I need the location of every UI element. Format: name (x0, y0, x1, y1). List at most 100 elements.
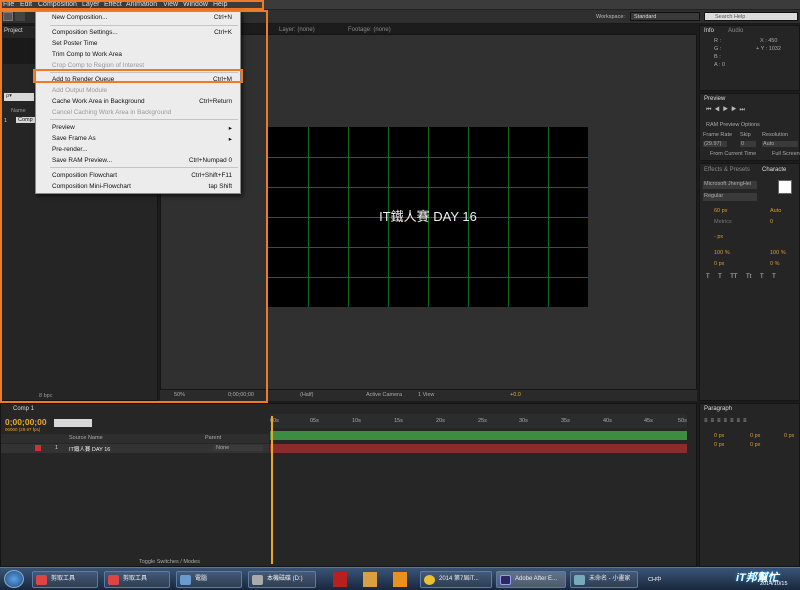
tracking-value[interactable]: 0 (770, 219, 773, 225)
ruler-tick: 35s (561, 418, 570, 424)
taskbar-paint[interactable]: 未命名 - 小畫家 (570, 571, 638, 588)
info-b: B : (714, 54, 721, 60)
workspace-label: Workspace: (596, 14, 625, 20)
subscript-button[interactable]: T (772, 274, 776, 280)
ruler-tick: 05s (310, 418, 319, 424)
menubar-highlight (0, 0, 264, 10)
workspace-select[interactable]: Standard (630, 12, 700, 21)
resolution-select[interactable]: (Half) (300, 392, 313, 398)
frame-rate-select[interactable]: (29.97) (703, 141, 727, 147)
space-after-value[interactable]: 0 px (750, 442, 760, 448)
media-player-icon[interactable] (393, 572, 407, 587)
computer-icon (180, 575, 191, 585)
font-select[interactable]: Microsoft JhengHei (703, 181, 757, 189)
timeline-search-input[interactable] (54, 419, 92, 427)
layer-name[interactable]: IT鐵人賽 DAY 16 (69, 445, 110, 453)
tab-comp1[interactable]: Comp 1 (13, 406, 34, 412)
grid-line (268, 247, 588, 248)
font-style-select[interactable]: Regular (703, 193, 757, 201)
tab-paragraph[interactable]: Paragraph (704, 406, 732, 412)
info-a: A : 0 (714, 62, 726, 68)
filezilla-icon[interactable] (333, 572, 347, 587)
timeline-header-row (1, 434, 269, 443)
input-method-indicator[interactable]: CH中 (648, 575, 661, 583)
horizontal-scale-value[interactable]: 100 % (770, 250, 786, 256)
exposure-value[interactable]: +0.0 (510, 392, 521, 398)
view-layout-select[interactable]: 1 View (418, 392, 434, 398)
text-style-buttons[interactable]: T T TT Tt T T (706, 274, 776, 280)
camera-select[interactable]: Active Camera (366, 392, 402, 398)
timeline-timecode[interactable]: 0;00;00;00 (5, 417, 47, 427)
time-ruler[interactable]: 00s 05s 10s 15s 20s 25s 30s 35s 40s 45s … (270, 414, 687, 428)
kerning-value[interactable]: Metrics (714, 219, 732, 225)
tab-info[interactable]: Info (704, 28, 714, 34)
after-effects-icon (500, 575, 511, 585)
space-before-value[interactable]: 0 px (714, 442, 724, 448)
grid-line (268, 277, 588, 278)
snipping-tool-icon (108, 575, 119, 585)
preview-panel: Preview ⏮◀▶▶⏭ RAM Preview Options Frame … (699, 93, 800, 161)
indent-right-value[interactable]: 0 px (784, 433, 794, 439)
resolution-select-preview[interactable]: Auto (762, 141, 798, 147)
indent-left-value[interactable]: 0 px (714, 433, 724, 439)
taskbar-snipping-1[interactable]: 剪取工具 (32, 571, 98, 588)
tab-preview[interactable]: Preview (704, 96, 725, 102)
taskbar: 剪取工具 剪取工具 電腦 本機磁碟 (D:) 2014 第7屆iT... Ado… (0, 567, 800, 590)
indent-first-value[interactable]: 0 px (750, 433, 760, 439)
faux-italic-button[interactable]: T (718, 274, 722, 280)
faux-bold-button[interactable]: T (706, 274, 710, 280)
layer-label-color[interactable] (35, 445, 41, 451)
tab-footage[interactable]: Footage: (none) (348, 27, 391, 33)
col-parent: Parent (205, 435, 222, 441)
taskbar-computer[interactable]: 電腦 (176, 571, 242, 588)
all-caps-button[interactable]: TT (730, 274, 737, 280)
app-icon[interactable] (363, 572, 377, 587)
skip-select[interactable]: 0 (740, 141, 756, 147)
info-r: R : (714, 38, 722, 44)
grid-line (268, 157, 588, 158)
font-size-value[interactable]: 60 px (714, 208, 727, 214)
tab-audio[interactable]: Audio (728, 28, 743, 34)
tab-character[interactable]: Characte (762, 167, 786, 173)
fill-color-swatch[interactable] (778, 180, 792, 194)
layer-parent-select[interactable]: None (213, 445, 263, 451)
taskbar-after-effects[interactable]: Adobe After E... (496, 571, 566, 588)
composition-canvas[interactable]: IT鐵人賽 DAY 16 (268, 127, 588, 307)
superscript-button[interactable]: T (760, 274, 764, 280)
vertical-scale-value[interactable]: 100 % (714, 250, 730, 256)
alignment-buttons-icon[interactable]: ≡≡≡≡≡≡≡ (704, 418, 750, 424)
tab-layer[interactable]: Layer: (none) (279, 27, 315, 33)
search-help-input[interactable]: Search Help (704, 12, 798, 21)
col-source-name: Source Name (69, 435, 103, 441)
timeline-fps: 00000 (29.97 fps) (5, 427, 41, 432)
info-y: + Y : 1032 (756, 46, 782, 52)
drive-icon (252, 575, 263, 585)
ruler-tick: 40s (603, 418, 612, 424)
ram-preview-options[interactable]: RAM Preview Options (706, 122, 760, 128)
ruler-tick: 10s (352, 418, 361, 424)
layer-number: 1 (55, 445, 59, 451)
small-caps-button[interactable]: Tt (746, 274, 751, 280)
layer-duration-bar[interactable] (270, 444, 687, 453)
playback-controls-icon[interactable]: ⏮◀▶▶⏭ (706, 107, 748, 114)
paint-icon (574, 575, 585, 585)
playhead[interactable] (271, 416, 273, 564)
tab-effects-presets[interactable]: Effects & Presets (704, 167, 750, 173)
start-button-icon[interactable] (4, 570, 24, 588)
toggle-switches-modes[interactable]: Toggle Switches / Modes (139, 559, 200, 565)
taskbar-snipping-2[interactable]: 剪取工具 (104, 571, 170, 588)
work-area-bar[interactable] (270, 431, 687, 440)
ruler-tick: 50s (678, 418, 687, 424)
ruler-tick: 30s (519, 418, 528, 424)
full-screen-checkbox[interactable]: Full Screen (772, 151, 800, 157)
taskbar-disk-d[interactable]: 本機磁碟 (D:) (248, 571, 316, 588)
taskbar-chrome[interactable]: 2014 第7屆iT... (420, 571, 492, 588)
info-g: G : (714, 46, 722, 52)
stroke-width-value[interactable]: - px (714, 234, 723, 240)
ruler-tick: 20s (436, 418, 445, 424)
baseline-shift-value[interactable]: 0 px (714, 261, 724, 267)
leading-value[interactable]: Auto (770, 208, 781, 214)
tsume-value[interactable]: 0 % (770, 261, 779, 267)
ruler-tick: 25s (478, 418, 487, 424)
from-current-checkbox[interactable]: From Current Time (710, 151, 756, 157)
